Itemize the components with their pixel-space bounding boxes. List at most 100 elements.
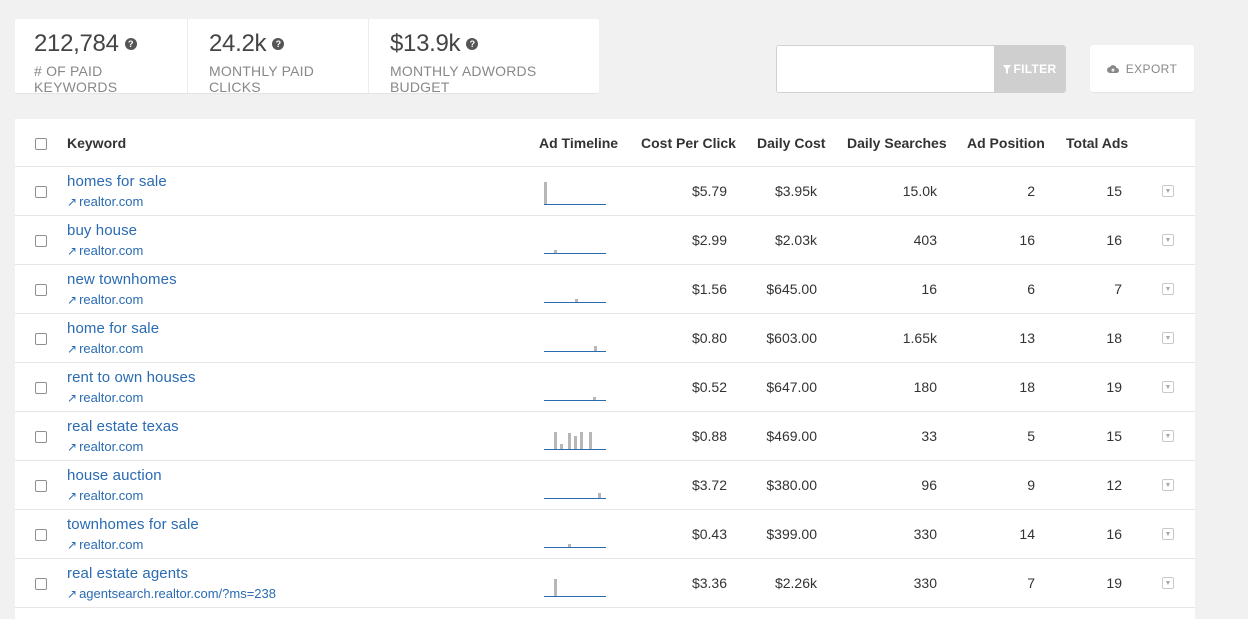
- external-link-icon: ↗: [67, 194, 78, 209]
- filter-button[interactable]: FILTER: [994, 46, 1065, 92]
- daily-searches-value: 180: [913, 379, 937, 395]
- filter-input[interactable]: [777, 46, 994, 92]
- domain-link[interactable]: ↗ realtor.com: [67, 537, 143, 552]
- domain-link[interactable]: ↗ realtor.com: [67, 390, 143, 405]
- caret-down-icon[interactable]: ▼: [1162, 430, 1174, 442]
- column-header-ad-position[interactable]: Ad Position: [967, 135, 1045, 151]
- row-checkbox[interactable]: [35, 284, 47, 296]
- caret-down-icon[interactable]: ▼: [1162, 479, 1174, 491]
- keyword-link[interactable]: rent to own houses: [67, 369, 196, 386]
- row-checkbox[interactable]: [35, 333, 47, 345]
- row-checkbox[interactable]: [35, 578, 47, 590]
- table-row: house auction ↗ realtor.com $3.72 $380.0…: [15, 461, 1195, 510]
- daily-cost-value: $603.00: [766, 330, 817, 346]
- stat-adwords-budget: $13.9k ? MONTHLY ADWORDS BUDGET: [369, 19, 599, 95]
- help-icon[interactable]: ?: [466, 38, 479, 50]
- domain-text: agentsearch.realtor.com/?ms=238: [79, 586, 276, 601]
- ad-position-value: 16: [1019, 232, 1035, 248]
- external-link-icon: ↗: [67, 488, 78, 503]
- stat-value: 24.2k: [209, 30, 267, 57]
- daily-searches-value: 330: [913, 575, 937, 591]
- ad-timeline-sparkline: [544, 327, 606, 352]
- keyword-link[interactable]: home for sale: [67, 320, 159, 337]
- external-link-icon: ↗: [67, 243, 78, 258]
- keyword-link[interactable]: buy house: [67, 222, 137, 239]
- caret-down-icon[interactable]: ▼: [1162, 234, 1174, 246]
- domain-link[interactable]: ↗ realtor.com: [67, 292, 143, 307]
- keyword-link[interactable]: house auction: [67, 467, 162, 484]
- ad-position-value: 5: [1027, 428, 1035, 444]
- column-header-total-ads[interactable]: Total Ads: [1066, 135, 1128, 151]
- domain-text: realtor.com: [79, 390, 144, 405]
- domain-link[interactable]: ↗ realtor.com: [67, 243, 143, 258]
- domain-text: realtor.com: [79, 439, 144, 454]
- caret-down-icon[interactable]: ▼: [1162, 185, 1174, 197]
- caret-down-icon[interactable]: ▼: [1162, 332, 1174, 344]
- column-header-daily-cost[interactable]: Daily Cost: [757, 135, 825, 151]
- domain-text: realtor.com: [79, 243, 144, 258]
- domain-link[interactable]: ↗ realtor.com: [67, 341, 143, 356]
- domain-link[interactable]: ↗ realtor.com: [67, 439, 143, 454]
- timeline-bar: [598, 493, 601, 498]
- column-header-keyword[interactable]: Keyword: [67, 135, 126, 151]
- timeline-bar: [568, 544, 571, 547]
- row-checkbox[interactable]: [35, 186, 47, 198]
- keyword-link[interactable]: townhomes for sale: [67, 516, 199, 533]
- cpc-value: $2.99: [691, 232, 727, 248]
- select-all-checkbox[interactable]: [35, 138, 47, 150]
- total-ads-value: 15: [1106, 183, 1122, 199]
- ad-timeline-sparkline: [544, 523, 606, 548]
- external-link-icon: ↗: [67, 537, 78, 552]
- help-icon[interactable]: ?: [272, 38, 285, 50]
- row-checkbox[interactable]: [35, 480, 47, 492]
- caret-down-icon[interactable]: ▼: [1162, 283, 1174, 295]
- table-row: townhomes for sale ↗ realtor.com $0.43 $…: [15, 510, 1195, 559]
- external-link-icon: ↗: [67, 439, 78, 454]
- ad-position-value: 18: [1019, 379, 1035, 395]
- keyword-link[interactable]: homes for sale: [67, 173, 167, 190]
- export-button[interactable]: EXPORT: [1090, 45, 1194, 92]
- filter-button-label: FILTER: [1013, 62, 1057, 76]
- cpc-value: $3.36: [691, 575, 727, 591]
- timeline-bar: [568, 433, 571, 449]
- ad-position-value: 6: [1027, 281, 1035, 297]
- column-header-timeline[interactable]: Ad Timeline: [539, 135, 618, 151]
- ad-timeline-sparkline: [544, 376, 606, 401]
- timeline-bar: [574, 436, 577, 449]
- ad-position-value: 9: [1027, 477, 1035, 493]
- daily-searches-value: 33: [921, 428, 937, 444]
- total-ads-value: 15: [1106, 428, 1122, 444]
- domain-link[interactable]: ↗ agentsearch.realtor.com/?ms=238: [67, 586, 276, 601]
- total-ads-value: 19: [1106, 575, 1122, 591]
- domain-text: realtor.com: [79, 341, 144, 356]
- cpc-value: $0.80: [691, 330, 727, 346]
- keyword-link[interactable]: new townhomes: [67, 271, 177, 288]
- stat-paid-clicks: 24.2k ? MONTHLY PAID CLICKS: [188, 19, 369, 95]
- daily-cost-value: $645.00: [766, 281, 817, 297]
- caret-down-icon[interactable]: ▼: [1162, 528, 1174, 540]
- column-header-daily-searches[interactable]: Daily Searches: [847, 135, 947, 151]
- total-ads-value: 16: [1106, 232, 1122, 248]
- stat-label: MONTHLY ADWORDS BUDGET: [390, 63, 537, 95]
- keyword-link[interactable]: real estate agents: [67, 565, 188, 582]
- table-row: real estate agents ↗ agentsearch.realtor…: [15, 559, 1195, 608]
- daily-searches-value: 1.65k: [902, 330, 937, 346]
- external-link-icon: ↗: [67, 586, 78, 601]
- cpc-value: $0.43: [691, 526, 727, 542]
- timeline-bar: [580, 432, 583, 449]
- ad-timeline-sparkline: [544, 229, 606, 254]
- column-header-cpc[interactable]: Cost Per Click: [641, 135, 736, 151]
- row-checkbox[interactable]: [35, 382, 47, 394]
- help-icon[interactable]: ?: [124, 38, 137, 50]
- domain-link[interactable]: ↗ realtor.com: [67, 194, 143, 209]
- row-checkbox[interactable]: [35, 235, 47, 247]
- domain-link[interactable]: ↗ realtor.com: [67, 488, 143, 503]
- row-checkbox[interactable]: [35, 529, 47, 541]
- external-link-icon: ↗: [67, 390, 78, 405]
- ad-position-value: 13: [1019, 330, 1035, 346]
- row-checkbox[interactable]: [35, 431, 47, 443]
- caret-down-icon[interactable]: ▼: [1162, 577, 1174, 589]
- caret-down-icon[interactable]: ▼: [1162, 381, 1174, 393]
- keyword-link[interactable]: real estate texas: [67, 418, 179, 435]
- ad-timeline-sparkline: [544, 278, 606, 303]
